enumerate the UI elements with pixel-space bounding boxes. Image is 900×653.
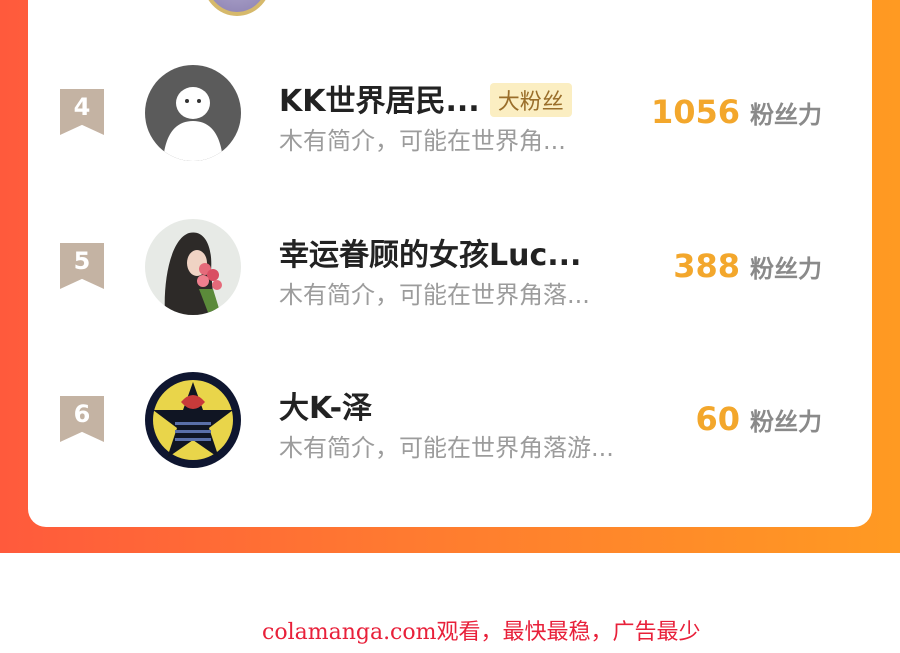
fan-name[interactable]: 幸运眷顾的女孩Luc... — [279, 230, 581, 274]
fan-power-label: 粉丝力 — [750, 101, 822, 129]
fan-power-value: 388 — [673, 247, 740, 285]
fan-power-value: 1056 — [650, 93, 740, 131]
default-user-icon — [145, 65, 241, 161]
fan-name-row: KK世界居民... 大粉丝 — [279, 76, 572, 120]
profile-photo-icon — [145, 219, 241, 315]
star-emblem-icon — [145, 372, 241, 468]
fan-bio: 木有简介，可能在世界角落游... — [279, 434, 614, 462]
fan-bio: 木有简介，可能在世界角... — [279, 127, 566, 155]
list-item[interactable]: 4 KK世界居民... 大粉丝 木有简介，可能在世界角... 1056 粉丝力 — [28, 63, 872, 163]
avatar[interactable] — [145, 219, 241, 315]
fan-ranking-card: 4 KK世界居民... 大粉丝 木有简介，可能在世界角... 1056 粉丝力 5 — [28, 0, 872, 527]
list-item[interactable]: 5 幸运眷顾的女孩Luc... 木有简介，可能在世界角落... 388 粉丝力 — [28, 217, 872, 317]
rank-badge: 5 — [60, 243, 104, 289]
rank-badge: 6 — [60, 396, 104, 442]
rank-badge: 4 — [60, 89, 104, 135]
fan-name[interactable]: 大K-泽 — [279, 383, 372, 427]
big-fan-badge: 大粉丝 — [489, 82, 572, 117]
fan-score: 388 粉丝力 — [673, 247, 822, 285]
fan-name[interactable]: KK世界居民... — [279, 84, 480, 119]
list-item[interactable]: 6 大K-泽 木有简介，可能在世界角落游... 60 粉丝力 — [28, 370, 872, 470]
fan-power-label: 粉丝力 — [750, 408, 822, 436]
avatar[interactable] — [202, 0, 272, 16]
fan-score: 1056 粉丝力 — [651, 93, 822, 131]
fan-score: 60 粉丝力 — [695, 400, 822, 438]
fan-bio: 木有简介，可能在世界角落... — [279, 281, 590, 309]
avatar[interactable] — [145, 65, 241, 161]
site-watermark: colamanga.com观看，最快最稳，广告最少 — [262, 620, 701, 645]
fan-power-value: 60 — [695, 400, 740, 438]
avatar[interactable] — [145, 372, 241, 468]
fan-power-label: 粉丝力 — [750, 255, 822, 283]
